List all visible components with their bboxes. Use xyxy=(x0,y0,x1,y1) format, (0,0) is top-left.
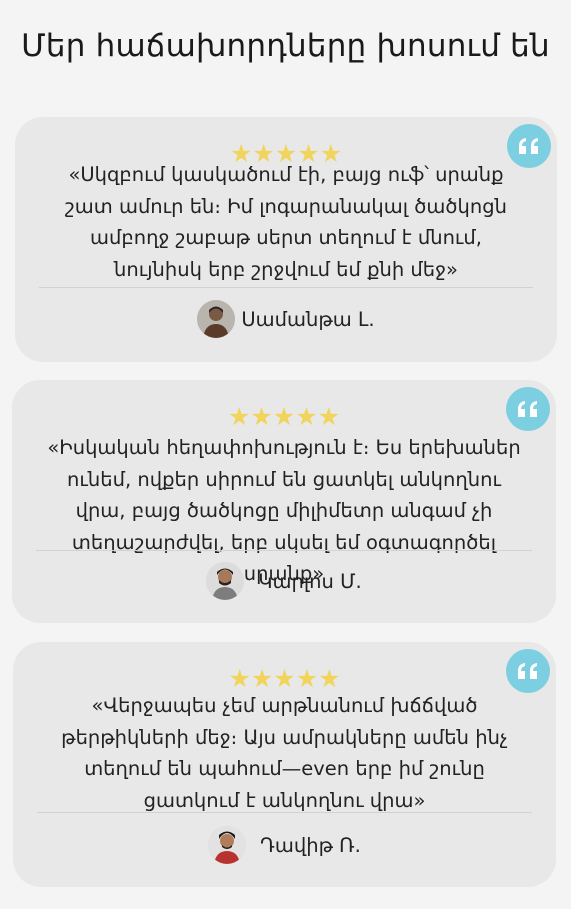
rating-stars: ★★★★★ xyxy=(227,402,341,431)
page-title: Մեր հաճախորդները խոսում են xyxy=(21,28,550,64)
testimonial-card: ★★★★★ «Իսկական հեղափոխություն է։ Ես երեխ… xyxy=(12,380,556,623)
divider xyxy=(37,812,532,813)
person-avatar-icon xyxy=(206,562,245,600)
review-author: Դավիթ Ռ. xyxy=(13,826,556,864)
author-name: Կարլոս Մ. xyxy=(258,569,362,593)
testimonial-card: ★★★★★ «Վերջապես չեմ արթնանում խճճված թեր… xyxy=(13,642,556,887)
author-name: Դավիթ Ռ. xyxy=(260,833,361,857)
author-name: Սամանթա Լ. xyxy=(241,307,375,331)
person-avatar-icon xyxy=(197,300,236,338)
testimonial-card: ★★★★★ «Սկզբում կասկածում էի, բայց ուֆ՝ ս… xyxy=(15,117,557,362)
review-text: «Վերջապես չեմ արթնանում խճճված թերթիկներ… xyxy=(61,694,508,812)
review-author: Սամանթա Լ. xyxy=(15,300,557,338)
review-text: «Սկզբում կասկածում էի, բայց ուֆ՝ սրանք շ… xyxy=(65,163,507,281)
person-avatar-icon xyxy=(208,826,247,864)
divider xyxy=(39,287,533,288)
divider xyxy=(36,550,532,551)
review-author: Կարլոս Մ. xyxy=(12,562,556,600)
